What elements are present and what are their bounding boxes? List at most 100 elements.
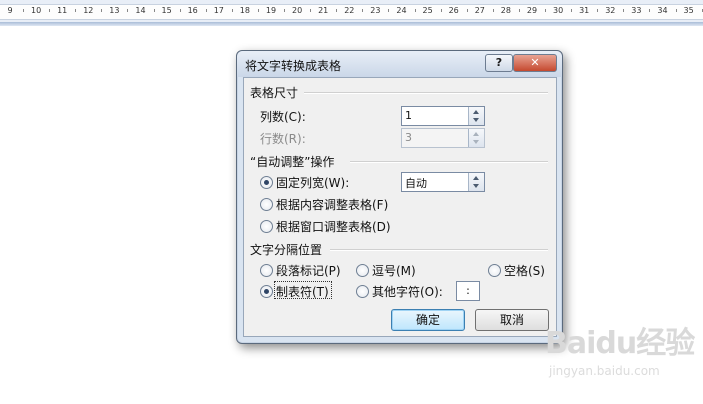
cancel-button[interactable]: 取消 (475, 309, 549, 331)
spin-up-icon[interactable] (473, 110, 479, 114)
ruler-number: 30 (553, 6, 564, 15)
convert-text-to-table-dialog: 将文字转换成表格 ? ✕ 表格尺寸 列数(C): 1 行数(R): 3 “自动调… (236, 50, 563, 344)
rows-label: 行数(R): (260, 132, 306, 146)
dialog-body: 表格尺寸 列数(C): 1 行数(R): 3 “自动调整”操作 固定列宽(W):… (243, 77, 557, 337)
ruler-tick (518, 9, 520, 12)
ok-button[interactable]: 确定 (391, 309, 465, 331)
fixed-width-radio[interactable] (260, 176, 273, 189)
section-divider (304, 92, 548, 94)
fixed-width-label[interactable]: 固定列宽(W): (276, 174, 349, 191)
ruler-number: 16 (187, 6, 198, 15)
columns-spinner[interactable]: 1 (401, 106, 485, 126)
table-size-heading: 表格尺寸 (250, 86, 299, 100)
autofit-content-label[interactable]: 根据内容调整表格(F) (276, 196, 388, 213)
tab-label[interactable]: 制表符(T) (276, 283, 329, 300)
other-char-input[interactable]: : (456, 281, 480, 301)
ruler-number: 9 (7, 6, 13, 15)
ruler-tick (205, 9, 207, 12)
help-button[interactable]: ? (485, 54, 513, 72)
ruler-number: 15 (161, 6, 172, 15)
ruler-tick (701, 9, 703, 12)
ruler-number: 28 (500, 6, 511, 15)
ruler-tick (179, 9, 181, 12)
rows-value: 3 (405, 131, 412, 144)
autofit-window-label[interactable]: 根据窗口调整表格(D) (276, 218, 391, 235)
tab-radio[interactable] (260, 285, 273, 298)
section-divider (330, 249, 548, 251)
ruler-tick (466, 9, 468, 12)
spin-down-icon[interactable] (473, 184, 479, 188)
columns-label: 列数(C): (260, 110, 306, 124)
comma-radio[interactable] (356, 264, 369, 277)
ruler-number: 32 (605, 6, 616, 15)
ruler-tick (571, 9, 573, 12)
autofit-content-radio[interactable] (260, 198, 273, 211)
ruler-number: 19 (265, 6, 277, 15)
space-radio[interactable] (488, 264, 501, 277)
ruler-number: 25 (422, 6, 433, 15)
ruler-number: 35 (683, 6, 694, 15)
rows-spinner: 3 (401, 128, 485, 148)
horizontal-ruler: 9 10 11 12 13 14 15 16 17 18 19 20 21 22 23 24 25 26 27 28 2… (0, 0, 703, 23)
ruler-number: 13 (109, 6, 120, 15)
ruler-tick (49, 9, 51, 12)
ruler-number: 11 (57, 6, 68, 15)
watermark-brand: Baidu经验 (545, 326, 695, 361)
ruler-number: 23 (370, 6, 381, 15)
spin-down-icon (473, 140, 479, 144)
ruler-number: 22 (344, 6, 355, 15)
fixed-width-spin-buttons[interactable] (468, 173, 484, 191)
ruler-number: 34 (657, 6, 668, 15)
dialog-titlebar[interactable]: 将文字转换成表格 ? ✕ (237, 51, 562, 77)
paragraph-mark-label[interactable]: 段落标记(P) (276, 262, 341, 279)
ruler-tick (284, 9, 286, 12)
autofit-heading: “自动调整”操作 (250, 155, 335, 169)
ruler-tick (440, 9, 442, 12)
paragraph-mark-radio[interactable] (260, 264, 273, 277)
ruler-tick (153, 9, 155, 12)
spin-up-icon (473, 132, 479, 136)
ruler-number: 26 (448, 6, 459, 15)
ruler-tick (23, 9, 25, 12)
columns-value: 1 (405, 109, 412, 122)
ruler-tick (675, 9, 677, 12)
other-char-label[interactable]: 其他字符(O): (372, 283, 443, 300)
ruler-tick (597, 9, 599, 12)
ruler-number: 20 (292, 6, 303, 15)
close-button[interactable]: ✕ (513, 54, 557, 72)
ruler-number: 24 (396, 6, 407, 15)
ruler-tick (362, 9, 364, 12)
comma-label[interactable]: 逗号(M) (372, 262, 416, 279)
spin-up-icon[interactable] (473, 176, 479, 180)
ruler-tick (649, 9, 651, 12)
ruler-tick (310, 9, 312, 12)
watermark-url: jingyan.baidu.com (549, 364, 660, 378)
columns-spin-buttons[interactable] (468, 107, 484, 125)
ruler-number: 27 (474, 6, 485, 15)
ruler-tick (75, 9, 77, 12)
ruler-tick (101, 9, 103, 12)
ruler-number: 12 (83, 6, 94, 15)
other-char-radio[interactable] (356, 285, 369, 298)
ruler-number: 31 (579, 6, 590, 15)
baidu-jingyan-watermark: Baidu经验 jingyan.baidu.com (545, 318, 700, 388)
ruler-number: 33 (631, 6, 642, 15)
ruler-number: 10 (31, 6, 42, 15)
section-divider (350, 161, 548, 163)
rows-spin-buttons (468, 129, 484, 147)
ruler-tick (388, 9, 390, 12)
ruler-tick (545, 9, 547, 12)
ruler-tick (492, 9, 494, 12)
autofit-window-radio[interactable] (260, 220, 273, 233)
ruler-number: 18 (239, 6, 250, 15)
ruler-tick (127, 9, 129, 12)
ruler-tick (414, 9, 416, 12)
spin-down-icon[interactable] (473, 118, 479, 122)
space-label[interactable]: 空格(S) (504, 262, 545, 279)
separator-heading: 文字分隔位置 (250, 243, 323, 257)
fixed-width-spinner[interactable]: 自动 (401, 172, 485, 192)
ruler-tick (623, 9, 625, 12)
ruler-tick (231, 9, 233, 12)
fixed-width-value: 自动 (405, 177, 427, 190)
ruler-shadow (0, 22, 703, 26)
